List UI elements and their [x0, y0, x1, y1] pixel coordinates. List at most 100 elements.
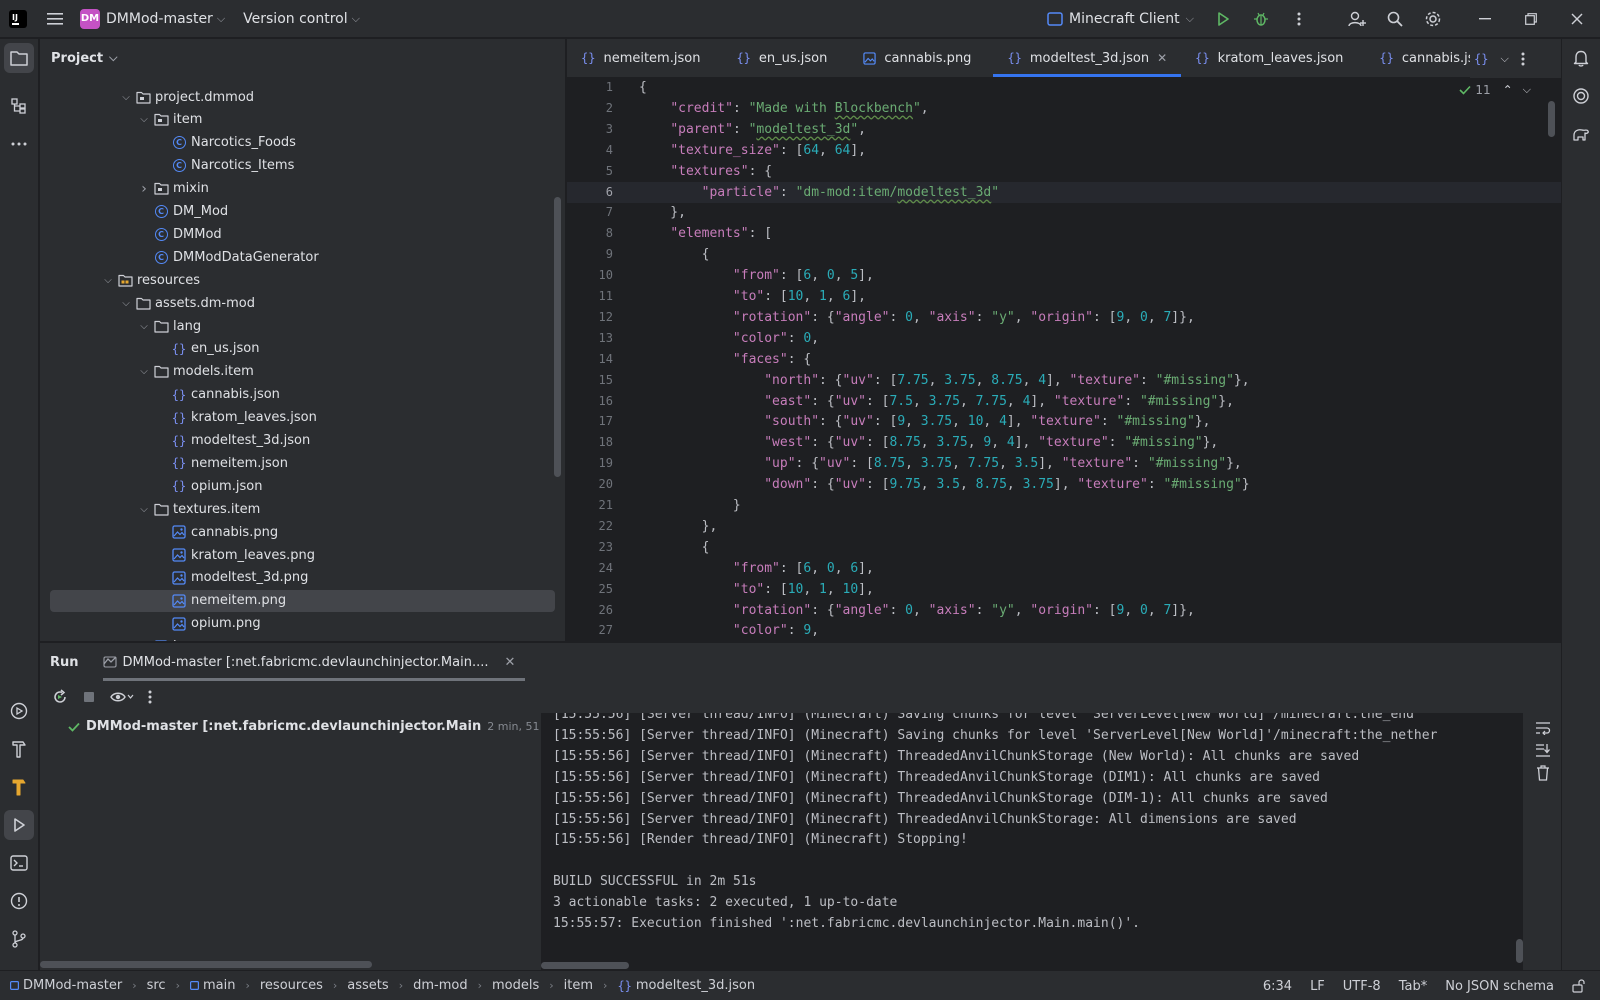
close-icon[interactable]: [1554, 0, 1600, 38]
code-editor[interactable]: 1 2 3 4 5 6 7 8 9 10 11 12 13 14 15 16 17 18 19 20 21 22 23 24 2…: [567, 79, 1561, 641]
inspection-widget[interactable]: 11 ⌃ ⌵: [1459, 83, 1531, 97]
tree-row[interactable]: {} en_us.json: [50, 338, 555, 360]
code-line[interactable]: "south": {"uv": [9, 3.75, 10, 4], "textu…: [639, 411, 1210, 432]
close-tab-icon[interactable]: ✕: [1157, 51, 1167, 65]
breadcrumb-item[interactable]: models: [492, 978, 539, 993]
stop-icon[interactable]: [82, 690, 96, 704]
code-line[interactable]: "texture_size": [64, 64],: [639, 140, 866, 161]
expand-chevron-icon[interactable]: ⌵: [118, 92, 134, 103]
tree-row[interactable]: icon.png: [50, 636, 555, 641]
settings-gear-icon[interactable]: [1414, 0, 1452, 38]
run-config-selector[interactable]: Minecraft Client ⌵: [1047, 11, 1194, 27]
code-line[interactable]: "color": 0,: [639, 328, 819, 349]
indent-setting[interactable]: Tab*: [1399, 979, 1428, 994]
editor-tab[interactable]: {} kratom_leaves.json: [1181, 39, 1365, 77]
code-line[interactable]: "to": [10, 1, 10],: [639, 579, 874, 600]
expand-chevron-icon[interactable]: ⌵: [136, 366, 152, 377]
run-icon[interactable]: [1204, 0, 1242, 38]
code-line[interactable]: }: [639, 495, 741, 516]
code-line[interactable]: "west": {"uv": [8.75, 3.75, 9, 4], "text…: [639, 432, 1218, 453]
git-branch-icon[interactable]: [4, 924, 34, 954]
tree-row[interactable]: C DMMod: [50, 223, 555, 245]
run-tool-icon[interactable]: [4, 810, 34, 840]
code-line[interactable]: "rotation": {"angle": 0, "axis": "y", "o…: [639, 600, 1195, 621]
code-line[interactable]: "elements": [: [639, 223, 772, 244]
project-badge[interactable]: DM: [80, 8, 100, 29]
scroll-to-end-icon[interactable]: [1535, 743, 1551, 757]
tree-row[interactable]: cannabis.png: [50, 521, 555, 543]
expand-chevron-icon[interactable]: ⌵: [118, 298, 134, 309]
breadcrumb-item[interactable]: dm-mod: [413, 978, 467, 993]
code-line[interactable]: "from": [6, 0, 5],: [639, 265, 874, 286]
clear-trash-icon[interactable]: [1536, 765, 1550, 781]
tree-row[interactable]: C Narcotics_Items: [50, 155, 555, 177]
run-tree-item[interactable]: DMMod-master [:net.fabricmc.devlaunchinj…: [68, 719, 609, 734]
code-line[interactable]: "down": {"uv": [9.75, 3.5, 8.75, 3.75], …: [639, 474, 1249, 495]
rerun-icon[interactable]: [52, 689, 68, 705]
app-logo-icon[interactable]: IJ: [0, 0, 36, 38]
tree-row[interactable]: C Narcotics_Foods: [50, 132, 555, 154]
project-tool-folder-icon[interactable]: [4, 43, 34, 73]
more-actions-icon[interactable]: [1280, 0, 1318, 38]
debug-icon[interactable]: [1242, 0, 1280, 38]
run-tree-hscrollbar[interactable]: [40, 961, 372, 968]
project-switcher[interactable]: DMMod-master ⌵: [106, 11, 225, 27]
notifications-bell-icon[interactable]: [1566, 43, 1596, 73]
close-tab-icon[interactable]: ✕: [505, 655, 516, 670]
tree-row[interactable]: {} modeltest_3d.json: [50, 430, 555, 452]
line-separator[interactable]: LF: [1310, 979, 1325, 994]
services-icon[interactable]: [4, 696, 34, 726]
tab-list-chevron-icon[interactable]: ⌵: [1500, 52, 1508, 66]
editor-more-icon[interactable]: [1521, 52, 1525, 66]
restore-icon[interactable]: [1508, 0, 1554, 38]
view-eye-icon[interactable]: [110, 689, 134, 705]
run-session-tab[interactable]: DMMod-master [:net.fabricmc.devlaunchinj…: [102, 643, 526, 681]
more-tools-icon[interactable]: [4, 129, 34, 159]
ai-assistant-icon[interactable]: [1566, 81, 1596, 111]
more-options-icon[interactable]: [148, 690, 152, 704]
tree-row[interactable]: C DM_Mod: [50, 201, 555, 223]
breadcrumb-item[interactable]: src: [147, 978, 166, 993]
tree-row[interactable]: ⌵ assets.dm-mod: [50, 292, 555, 314]
code-line[interactable]: {: [639, 244, 710, 265]
breadcrumb-item[interactable]: item: [564, 978, 593, 993]
tree-row[interactable]: C DMModDataGenerator: [50, 246, 555, 268]
tree-row[interactable]: › mixin: [50, 178, 555, 200]
code-line[interactable]: "faces": {: [639, 349, 811, 370]
read-only-lock-icon[interactable]: [1572, 979, 1586, 993]
soft-wrap-icon[interactable]: [1535, 721, 1551, 735]
tree-row[interactable]: {} nemeitem.json: [50, 452, 555, 474]
editor-tab[interactable]: {} modeltest_3d.json ✕: [993, 39, 1181, 77]
tree-row[interactable]: {} cannabis.json: [50, 384, 555, 406]
breadcrumb-item[interactable]: main: [189, 978, 235, 993]
code-line[interactable]: "particle": "dm-mod:item/modeltest_3d": [639, 182, 999, 203]
main-menu-icon[interactable]: [36, 0, 74, 38]
chevron-down-icon[interactable]: ⌵: [1523, 83, 1531, 97]
gradle-elephant-icon[interactable]: [1566, 119, 1596, 149]
code-line[interactable]: },: [639, 202, 686, 223]
tree-row[interactable]: opium.png: [50, 613, 555, 635]
vcs-menu[interactable]: Version control ⌵: [243, 11, 360, 27]
code-line[interactable]: "from": [6, 0, 6],: [639, 558, 874, 579]
tree-row[interactable]: ⌵ lang: [50, 315, 555, 337]
console-output[interactable]: [15:55:56] [Server thread/INFO] (Minecra…: [541, 713, 1523, 971]
tree-row[interactable]: ⌵ item: [50, 109, 555, 131]
tree-row[interactable]: kratom_leaves.png: [50, 544, 555, 566]
breadcrumb-item[interactable]: resources: [260, 978, 323, 993]
tree-row[interactable]: nemeitem.png: [50, 589, 555, 612]
expand-chevron-icon[interactable]: ⌵: [136, 114, 152, 125]
breadcrumb-item[interactable]: assets: [347, 978, 388, 993]
console-hscrollbar[interactable]: [541, 962, 629, 969]
tree-row[interactable]: ⌵ project.dmmod: [50, 86, 555, 108]
tree-row[interactable]: {} opium.json: [50, 475, 555, 497]
tree-row[interactable]: {} kratom_leaves.json: [50, 407, 555, 429]
code-line[interactable]: "to": [10, 1, 6],: [639, 286, 866, 307]
code-line[interactable]: "parent": "modeltest_3d",: [639, 119, 866, 140]
tree-row[interactable]: ⌵ resources: [50, 269, 555, 291]
code-line[interactable]: {: [639, 537, 710, 558]
minimize-icon[interactable]: [1462, 0, 1508, 38]
code-line[interactable]: "textures": {: [639, 161, 772, 182]
code-line[interactable]: "color": 9,: [639, 620, 819, 641]
console-vscrollbar[interactable]: [1516, 939, 1523, 963]
tree-row[interactable]: modeltest_3d.png: [50, 567, 555, 589]
